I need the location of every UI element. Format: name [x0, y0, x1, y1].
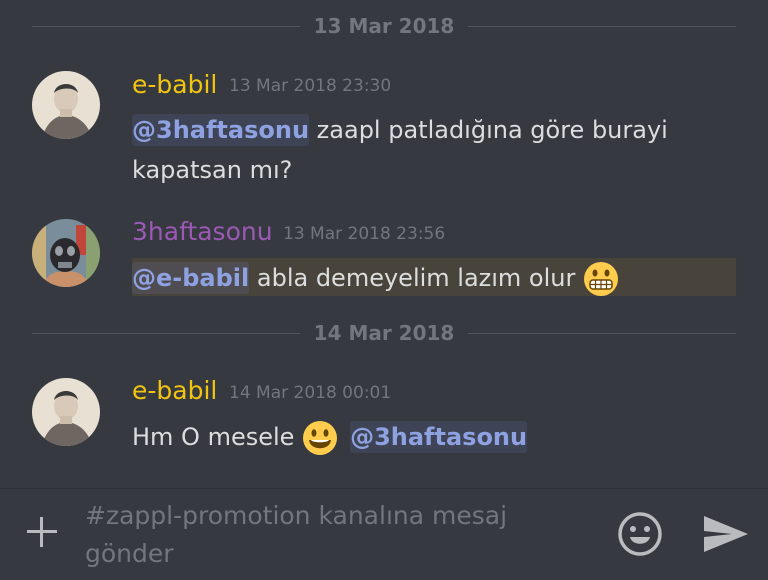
send-icon[interactable] — [702, 514, 750, 554]
user-mention[interactable]: @3haftasonu — [350, 421, 528, 453]
message-content: @e-babil abla demeyelim lazım olur — [132, 258, 619, 298]
message-composer: #zappl-promotion kanalına mesaj gönder — [0, 488, 768, 580]
input-placeholder: gönder — [85, 539, 174, 568]
message-username[interactable]: e-babil — [132, 377, 217, 405]
avatar-e-babil[interactable] — [32, 378, 100, 446]
user-mention[interactable]: @e-babil — [132, 262, 250, 294]
user-mention[interactable]: @3haftasonu — [132, 114, 310, 146]
smiley-emoji-icon — [302, 420, 338, 456]
message-content: Hm O mesele @3haftasonu — [132, 417, 528, 457]
message-text: abla demeyelim lazım olur — [249, 264, 583, 292]
message-text: kapatsan mı? — [132, 156, 293, 184]
date-divider: 13 Mar 2018 — [32, 16, 736, 36]
message-timestamp: 14 Mar 2018 00:01 — [229, 383, 392, 403]
message-timestamp: 13 Mar 2018 23:30 — [229, 76, 392, 96]
emoji-icon[interactable] — [617, 511, 663, 557]
message-timestamp: 13 Mar 2018 23:56 — [283, 224, 446, 244]
input-placeholder: #zappl-promotion kanalına mesaj — [85, 501, 508, 530]
message-list: 13 Mar 2018 e-babil 13 Mar 2018 23:30 @3… — [0, 0, 768, 488]
message-text: Hm O mesele — [132, 423, 303, 451]
message-username[interactable]: e-babil — [132, 71, 217, 99]
divider-line — [468, 26, 736, 27]
date-divider: 14 Mar 2018 — [32, 323, 736, 343]
message-input[interactable]: #zappl-promotion kanalına mesaj gönder — [85, 497, 555, 573]
avatar-3haftasonu[interactable] — [32, 219, 100, 287]
divider-line — [468, 333, 736, 334]
message-text: zaapl patladığına göre burayi — [309, 116, 668, 144]
avatar-e-babil[interactable] — [32, 71, 100, 139]
message-content: @3haftasonu zaapl patladığına göre buray… — [132, 110, 668, 190]
plus-icon[interactable] — [24, 513, 60, 549]
grimacing-emoji-icon — [583, 261, 619, 297]
message-username[interactable]: 3haftasonu — [132, 218, 273, 246]
